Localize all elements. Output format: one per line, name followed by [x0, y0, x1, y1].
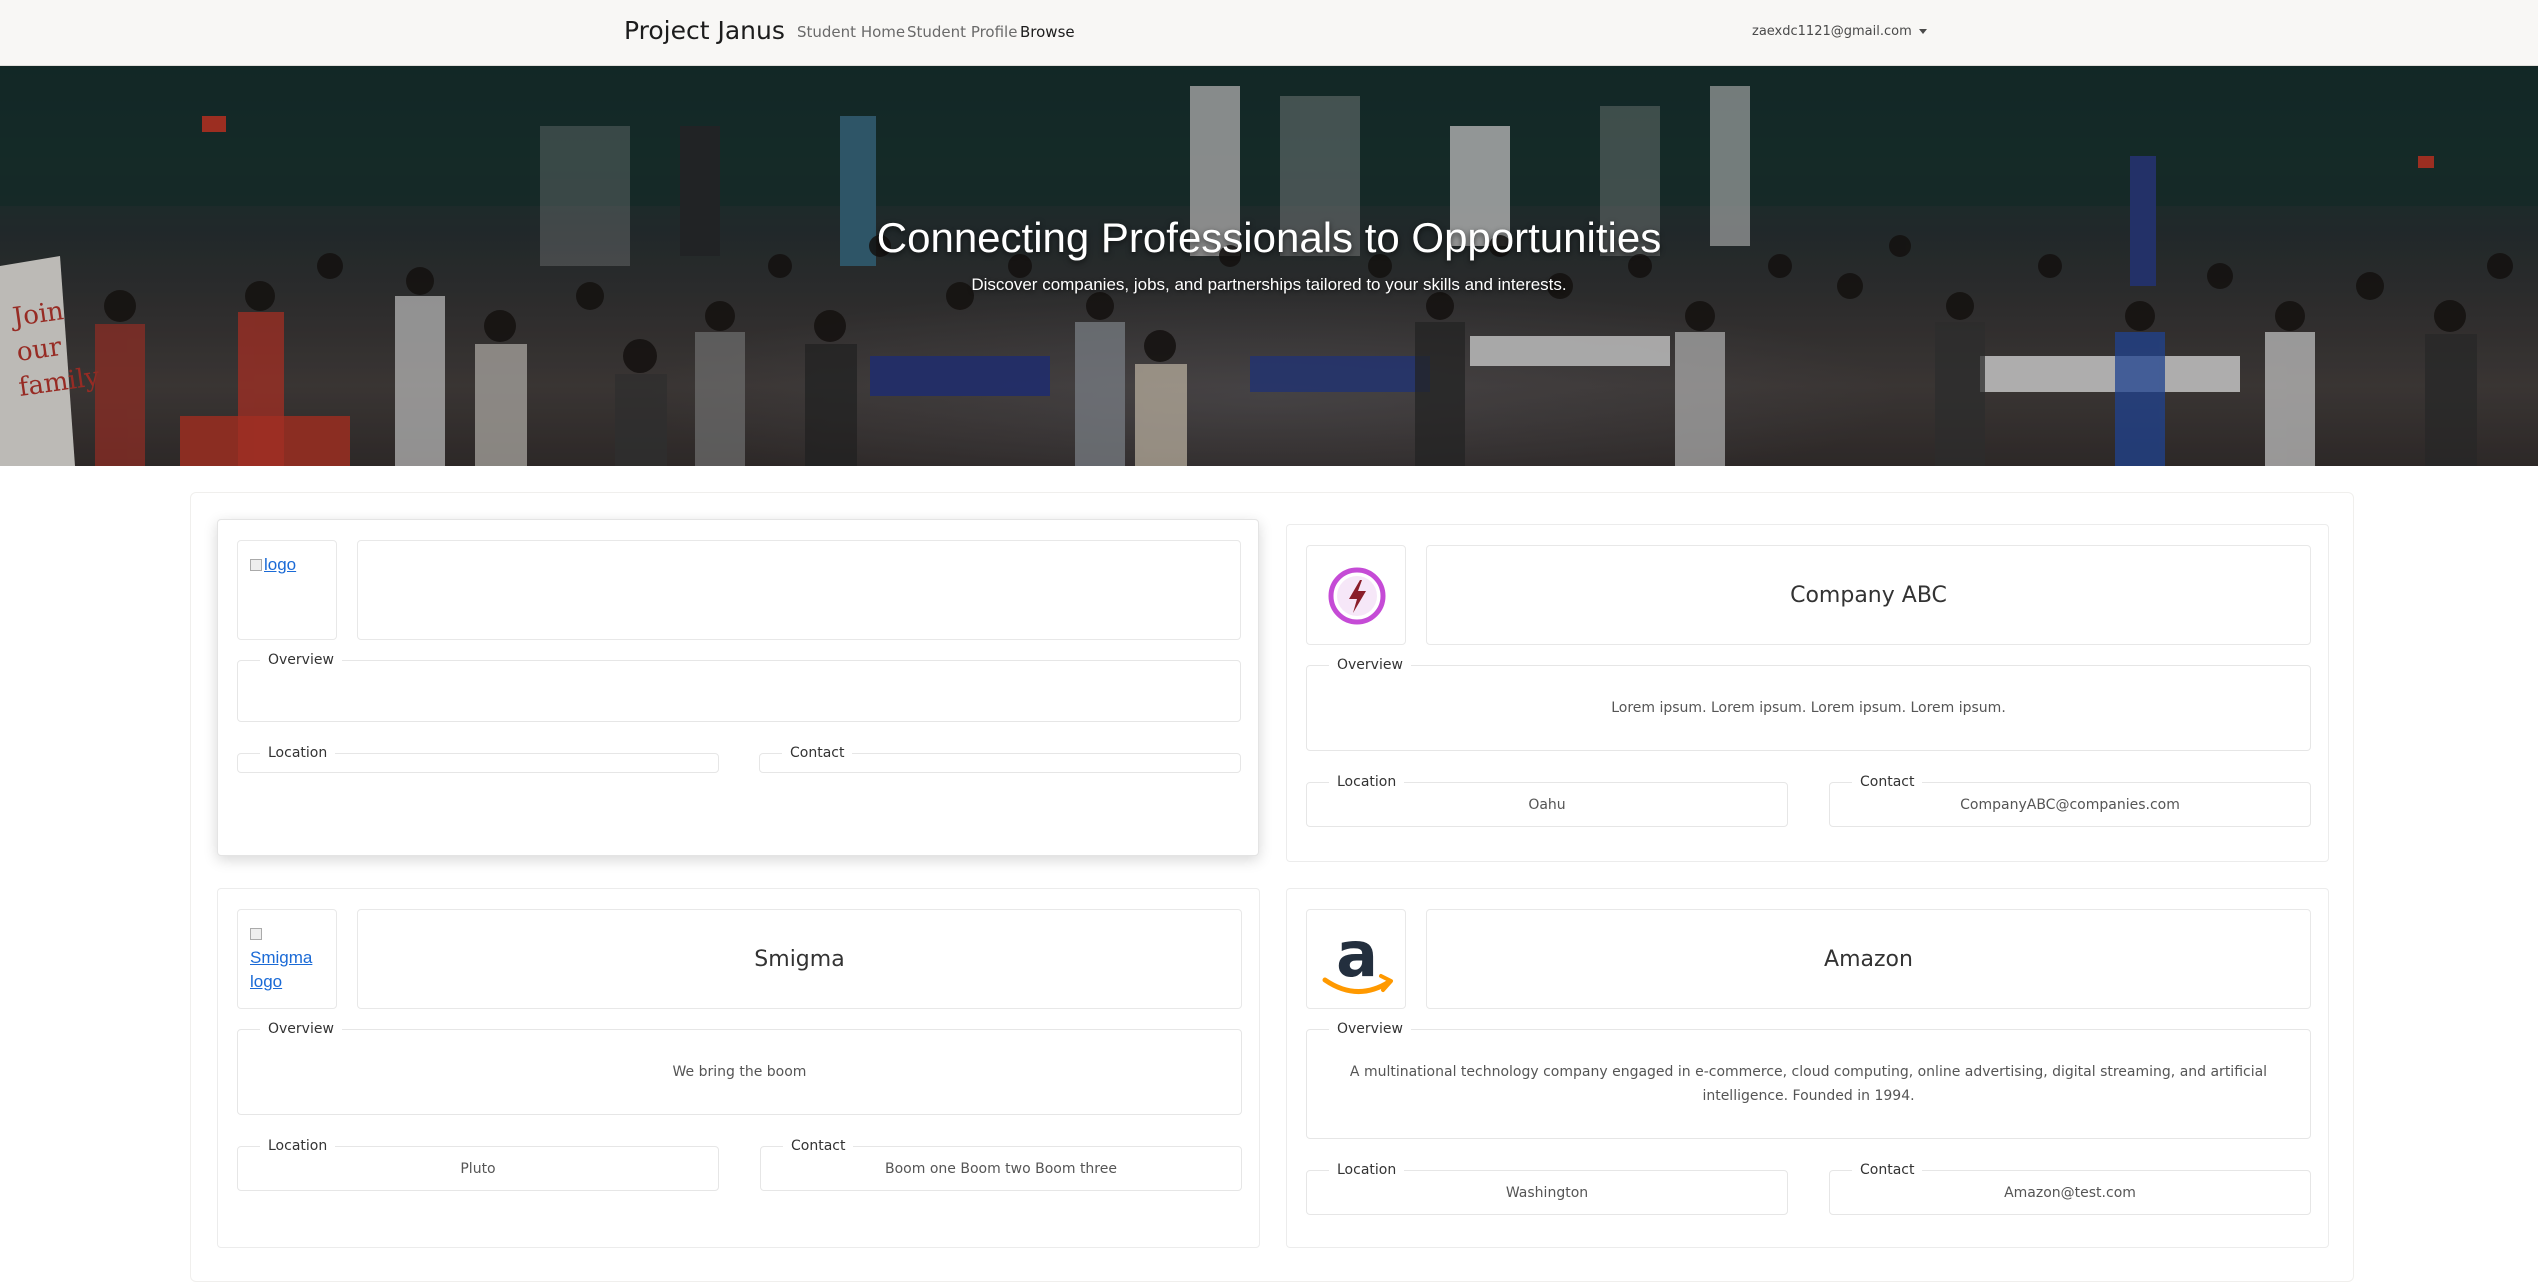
- overview-text: Lorem ipsum. Lorem ipsum. Lorem ipsum. L…: [1611, 700, 2006, 716]
- company-logo-image[interactable]: Smigma logo: [250, 922, 336, 994]
- location-fieldset: Location: [237, 744, 719, 773]
- overview-label: Overview: [1329, 656, 1411, 674]
- location-label: Location: [260, 1137, 336, 1155]
- career-fair-crowd-photo: Join our family: [0, 66, 2538, 466]
- user-account-dropdown[interactable]: zaexdc1121@gmail.com: [1752, 24, 1927, 39]
- nav-link-student-home[interactable]: Student Home: [797, 23, 905, 41]
- lightning-bolt-circle-icon: [1328, 567, 1386, 625]
- hero-banner: Join our family Connecting Professionals…: [0, 66, 2538, 466]
- company-logo-box: Smigma logo: [237, 909, 337, 1009]
- nav-link-student-profile[interactable]: Student Profile: [907, 23, 1017, 41]
- amazon-logo-icon: a: [1322, 918, 1393, 994]
- location-text: Oahu: [1528, 797, 1566, 813]
- contact-fieldset: Contact Boom one Boom two Boom three: [760, 1137, 1242, 1191]
- company-logo-box: a: [1306, 909, 1406, 1009]
- location-label: Location: [1329, 773, 1405, 791]
- overview-fieldset: Overview Lorem ipsum. Lorem ipsum. Lorem…: [1306, 656, 2311, 751]
- company-card[interactable]: Smigma logo Smigma Overview We bring the…: [217, 888, 1260, 1248]
- contact-fieldset: Contact: [759, 744, 1241, 773]
- overview-label: Overview: [260, 1020, 342, 1038]
- company-list-container: logo Overview Location Contact Company A…: [190, 492, 2354, 1282]
- top-navbar: Project Janus Student Home Student Profi…: [0, 0, 2538, 66]
- location-fieldset: Location Pluto: [237, 1137, 719, 1191]
- contact-label: Contact: [1852, 773, 1923, 791]
- company-name: Company ABC: [1426, 545, 2311, 645]
- contact-label: Contact: [783, 1137, 854, 1155]
- contact-fieldset: Contact Amazon@test.com: [1829, 1161, 2311, 1215]
- contact-text: Boom one Boom two Boom three: [885, 1161, 1117, 1177]
- svg-text:a: a: [1336, 918, 1378, 991]
- contact-label: Contact: [1852, 1161, 1923, 1179]
- company-logo-image[interactable]: logo: [250, 553, 296, 577]
- nav-link-browse[interactable]: Browse: [1020, 23, 1075, 41]
- overview-text: A multinational technology company engag…: [1349, 1064, 2268, 1104]
- overview-text: We bring the boom: [672, 1064, 807, 1080]
- company-logo-box: [1306, 545, 1406, 645]
- company-logo-box: logo: [237, 540, 337, 640]
- overview-fieldset: Overview: [237, 651, 1241, 722]
- company-name: Smigma: [357, 909, 1242, 1009]
- location-text: Washington: [1505, 1185, 1589, 1201]
- company-card[interactable]: logo Overview Location Contact: [217, 519, 1259, 856]
- company-card[interactable]: Company ABC Overview Lorem ipsum. Lorem …: [1286, 524, 2329, 862]
- caret-down-icon: [1918, 29, 1927, 34]
- company-card[interactable]: a Amazon Overview A multinational techno…: [1286, 888, 2329, 1248]
- overview-label: Overview: [1329, 1020, 1411, 1038]
- overview-fieldset: Overview We bring the boom: [237, 1020, 1242, 1115]
- location-text: Pluto: [460, 1161, 496, 1177]
- overview-label: Overview: [260, 651, 342, 669]
- hero-title: Connecting Professionals to Opportunitie…: [876, 214, 1662, 261]
- contact-label: Contact: [782, 744, 853, 762]
- brand-logo-text[interactable]: Project Janus: [624, 16, 785, 45]
- overview-fieldset: Overview A multinational technology comp…: [1306, 1020, 2311, 1139]
- company-name: Amazon: [1426, 909, 2311, 1009]
- company-name: [357, 540, 1241, 640]
- hero-subtitle: Discover companies, jobs, and partnershi…: [971, 275, 1567, 294]
- contact-fieldset: Contact CompanyABC@companies.com: [1829, 773, 2311, 827]
- location-label: Location: [1329, 1161, 1405, 1179]
- contact-text: Amazon@test.com: [2004, 1185, 2136, 1201]
- contact-text: CompanyABC@companies.com: [1960, 797, 2180, 813]
- user-email: zaexdc1121@gmail.com: [1752, 24, 1912, 39]
- location-label: Location: [260, 744, 336, 762]
- location-fieldset: Location Washington: [1306, 1161, 1788, 1215]
- location-fieldset: Location Oahu: [1306, 773, 1788, 827]
